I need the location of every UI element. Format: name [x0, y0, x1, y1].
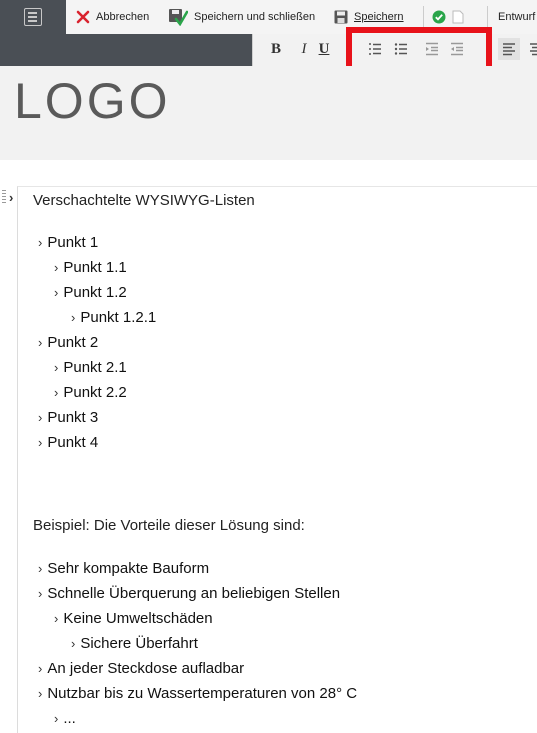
- save-close-icon: [168, 8, 188, 26]
- cancel-button[interactable]: Abbrechen: [76, 0, 149, 34]
- list-item: › Punkt 4: [38, 434, 99, 451]
- bold-button[interactable]: B: [265, 38, 287, 60]
- sidebar-toggle[interactable]: ›: [0, 186, 17, 208]
- drag-grip-icon: [2, 190, 6, 204]
- italic-button[interactable]: I: [293, 38, 315, 60]
- list-item: › Punkt 2.2: [54, 384, 127, 401]
- list-item: › An jeder Steckdose aufladbar: [38, 660, 245, 677]
- list-item: › Keine Umweltschäden: [54, 610, 213, 627]
- check-circle-icon: [432, 10, 446, 24]
- chevron-right-icon: ›: [9, 190, 14, 205]
- document-icon: [452, 10, 464, 24]
- cancel-label: Abbrechen: [96, 11, 150, 23]
- save-label: Speichern: [354, 11, 404, 23]
- list-item: › Nutzbar bis zu Wassertemperaturen von 2…: [38, 685, 358, 702]
- align-left-icon: [503, 43, 515, 56]
- list-item: › Punkt 2.1: [54, 359, 127, 376]
- list-item: › Punkt 1.2: [54, 284, 127, 301]
- list-item: › Punkt 1: [38, 234, 99, 251]
- list-item: › Punkt 1.1: [54, 259, 127, 276]
- list-item: › Sichere Überfahrt: [71, 635, 198, 652]
- list-item: › Punkt 1.2.1: [71, 309, 157, 326]
- align-left-button[interactable]: [498, 38, 520, 60]
- align-center-icon: [530, 43, 537, 56]
- status-draft-label: Entwurf: [498, 11, 536, 23]
- underline-button[interactable]: U: [313, 38, 335, 60]
- save-icon: [334, 10, 348, 24]
- save-and-close-label: Speichern und schließen: [194, 11, 316, 23]
- list-item: ›...: [54, 710, 76, 727]
- document-menu-icon: [24, 8, 42, 26]
- list-item: › Schnelle Überquerung an beliebigen Stel…: [38, 585, 341, 602]
- list-item: › Punkt 3: [38, 409, 99, 426]
- logo: LOGO: [14, 73, 171, 129]
- save-and-close-button[interactable]: Speichern und schließen: [168, 0, 315, 34]
- example-heading: Beispiel: Die Vorteile dieser Lösung sin…: [33, 517, 305, 534]
- content-heading: Verschachtelte WYSIWYG-Listen: [33, 192, 255, 209]
- close-icon: [76, 10, 90, 24]
- list-item: › Sehr kompakte Bauform: [38, 560, 210, 577]
- menu-button[interactable]: [0, 0, 66, 34]
- list-item: › Punkt 2: [38, 334, 99, 351]
- align-center-button[interactable]: [525, 38, 537, 60]
